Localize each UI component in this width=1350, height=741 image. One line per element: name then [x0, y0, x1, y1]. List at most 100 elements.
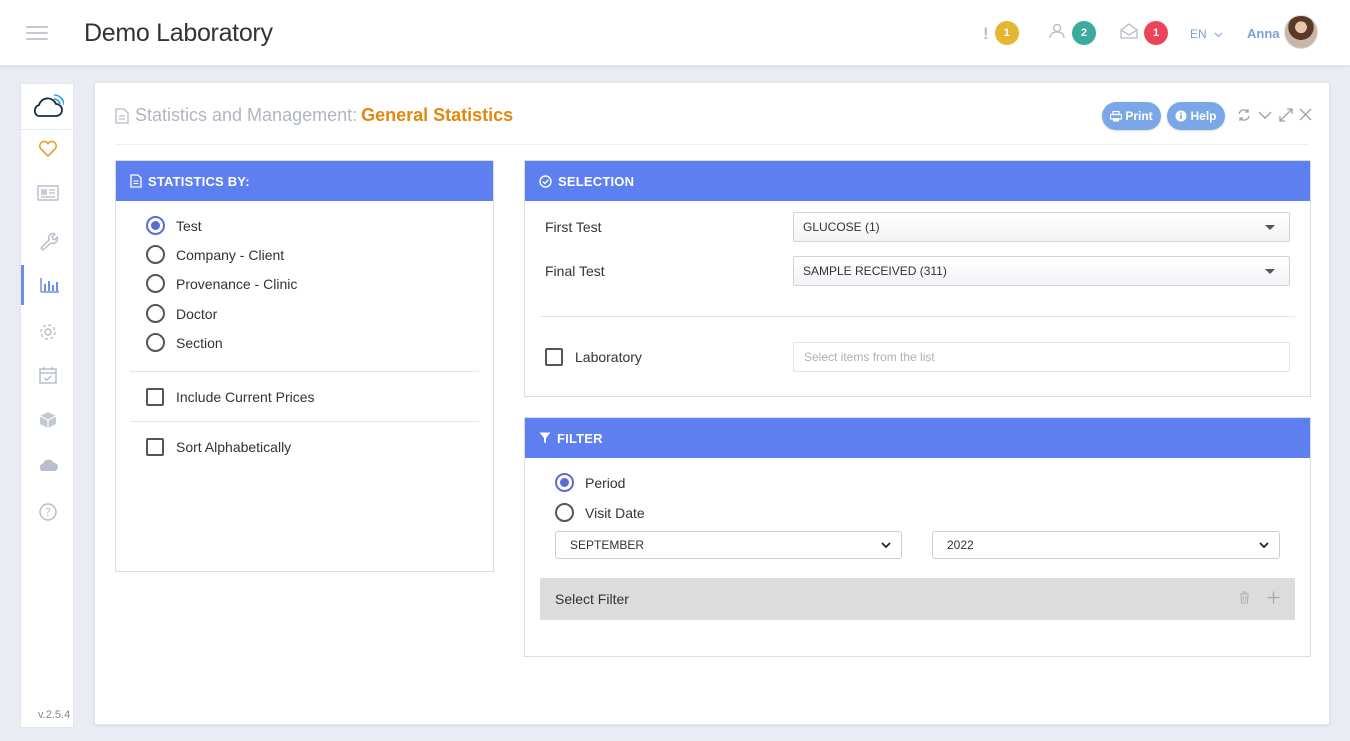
sidebar-item-inventory[interactable]: [21, 400, 75, 440]
radio-label: Test: [176, 217, 202, 234]
expand-icon[interactable]: [1279, 108, 1293, 122]
selection-panel: SELECTION First Test GLUCOSE (1) Final T…: [524, 160, 1311, 397]
radio-indicator: [146, 304, 165, 323]
divider: [130, 371, 479, 372]
filter-panel: FILTER Period Visit Date SEPTEMBER 2022 …: [524, 417, 1311, 657]
users-button[interactable]: 2: [1048, 21, 1096, 45]
laboratory-placeholder: Select items from the list: [804, 350, 935, 364]
menu-toggle-icon[interactable]: [26, 26, 48, 40]
users-badge: 2: [1072, 21, 1096, 45]
first-test-label: First Test: [545, 219, 602, 235]
radio-indicator: [555, 473, 574, 492]
print-label: Print: [1125, 109, 1153, 123]
page-title: Statistics and Management: General Stati…: [115, 105, 513, 126]
sidebar-item-cloud[interactable]: [21, 445, 75, 485]
svg-text:?: ?: [45, 506, 51, 519]
cloud-logo-icon[interactable]: [21, 84, 73, 130]
language-label: EN: [1190, 27, 1207, 41]
sidebar-item-news[interactable]: [21, 173, 75, 213]
radio-label: Section: [176, 334, 223, 351]
radio-label: Visit Date: [585, 504, 645, 521]
page-title-main: General Statistics: [361, 105, 514, 125]
wrench-icon: [40, 232, 58, 251]
first-test-value: GLUCOSE (1): [803, 220, 880, 234]
alerts-badge: 1: [994, 21, 1019, 45]
radio-indicator: [146, 245, 165, 264]
card-header: Statistics and Management: General Stati…: [115, 102, 1312, 145]
chevron-down-icon: [1214, 32, 1223, 38]
checkbox-indicator: [545, 348, 563, 366]
add-filter-icon[interactable]: [1267, 591, 1280, 604]
gear-icon: [40, 324, 56, 340]
checkbox-indicator: [146, 438, 164, 456]
checkbox-label: Include Current Prices: [176, 389, 315, 405]
statistics-by-title: STATISTICS BY:: [148, 173, 250, 189]
info-icon: [1175, 110, 1187, 122]
check-circle-icon: [539, 174, 552, 188]
help-label: Help: [1190, 109, 1217, 123]
radio-period[interactable]: Period: [555, 473, 625, 492]
sidebar-item-statistics[interactable]: [21, 265, 75, 305]
year-select[interactable]: 2022: [932, 531, 1280, 559]
radio-provenance-clinic[interactable]: Provenance - Clinic: [146, 274, 297, 293]
final-test-select[interactable]: SAMPLE RECEIVED (311): [793, 256, 1290, 286]
app-title: Demo Laboratory: [84, 19, 273, 47]
radio-indicator: [146, 274, 165, 293]
month-select[interactable]: SEPTEMBER: [555, 531, 902, 559]
selection-title: SELECTION: [558, 173, 635, 189]
sidebar: ? v.2.5.4: [20, 83, 74, 728]
user-name[interactable]: Anna: [1247, 26, 1280, 41]
year-value: 2022: [947, 538, 974, 552]
laboratory-multiselect-input[interactable]: Select items from the list: [793, 342, 1290, 372]
sidebar-item-settings[interactable]: [21, 312, 75, 352]
caret-down-icon: [1265, 269, 1275, 274]
radio-company-client[interactable]: Company - Client: [146, 245, 284, 264]
envelope-icon: [1120, 22, 1138, 44]
month-value: SEPTEMBER: [570, 538, 645, 552]
messages-button[interactable]: 1: [1120, 21, 1168, 45]
radio-doctor[interactable]: Doctor: [146, 304, 217, 323]
radio-visit-date[interactable]: Visit Date: [555, 503, 645, 522]
refresh-icon[interactable]: [1237, 108, 1251, 122]
language-selector[interactable]: EN: [1190, 27, 1223, 41]
sort-alphabetically-checkbox[interactable]: Sort Alphabetically: [146, 438, 291, 456]
checkbox-label: Sort Alphabetically: [176, 439, 292, 455]
sidebar-item-favorites[interactable]: [21, 129, 75, 169]
laboratory-checkbox[interactable]: Laboratory: [545, 348, 642, 366]
main-card: Statistics and Management: General Stati…: [94, 82, 1330, 725]
help-button[interactable]: Help: [1167, 102, 1225, 130]
print-icon: [1110, 110, 1123, 121]
laboratory-label: Laboratory: [575, 349, 642, 365]
print-button[interactable]: Print: [1102, 102, 1161, 130]
alerts-button[interactable]: ! 1: [983, 21, 1019, 45]
include-current-prices-checkbox[interactable]: Include Current Prices: [146, 388, 315, 406]
sidebar-item-calendar[interactable]: [21, 355, 75, 395]
cloud-icon: [39, 459, 58, 471]
app-version: v.2.5.4: [38, 709, 71, 721]
avatar[interactable]: [1284, 15, 1318, 49]
radio-test[interactable]: Test: [146, 216, 202, 235]
document-icon: [130, 174, 142, 188]
bar-chart-icon: [39, 278, 59, 293]
chevron-down-icon: [881, 542, 891, 549]
close-icon[interactable]: [1299, 108, 1312, 121]
final-test-label: Final Test: [545, 263, 605, 279]
caret-down-icon: [1265, 225, 1275, 230]
messages-badge: 1: [1144, 21, 1168, 45]
trash-icon[interactable]: [1239, 591, 1250, 604]
page-title-prefix: Statistics and Management:: [135, 105, 358, 125]
top-bar: Demo Laboratory ! 1 2 1 EN Anna: [0, 0, 1350, 66]
users-icon: [1048, 23, 1066, 44]
collapse-chevron-icon[interactable]: [1258, 108, 1272, 122]
divider: [540, 316, 1295, 317]
help-icon: ?: [39, 503, 57, 521]
sidebar-item-help[interactable]: ?: [21, 492, 75, 532]
filter-icon: [539, 432, 551, 444]
first-test-select[interactable]: GLUCOSE (1): [793, 212, 1290, 242]
filter-header: FILTER: [525, 418, 1310, 458]
radio-indicator: [146, 333, 165, 352]
sidebar-item-tools[interactable]: [21, 221, 75, 261]
radio-label: Provenance - Clinic: [176, 275, 298, 292]
heart-icon: [38, 140, 58, 158]
radio-section[interactable]: Section: [146, 333, 223, 352]
